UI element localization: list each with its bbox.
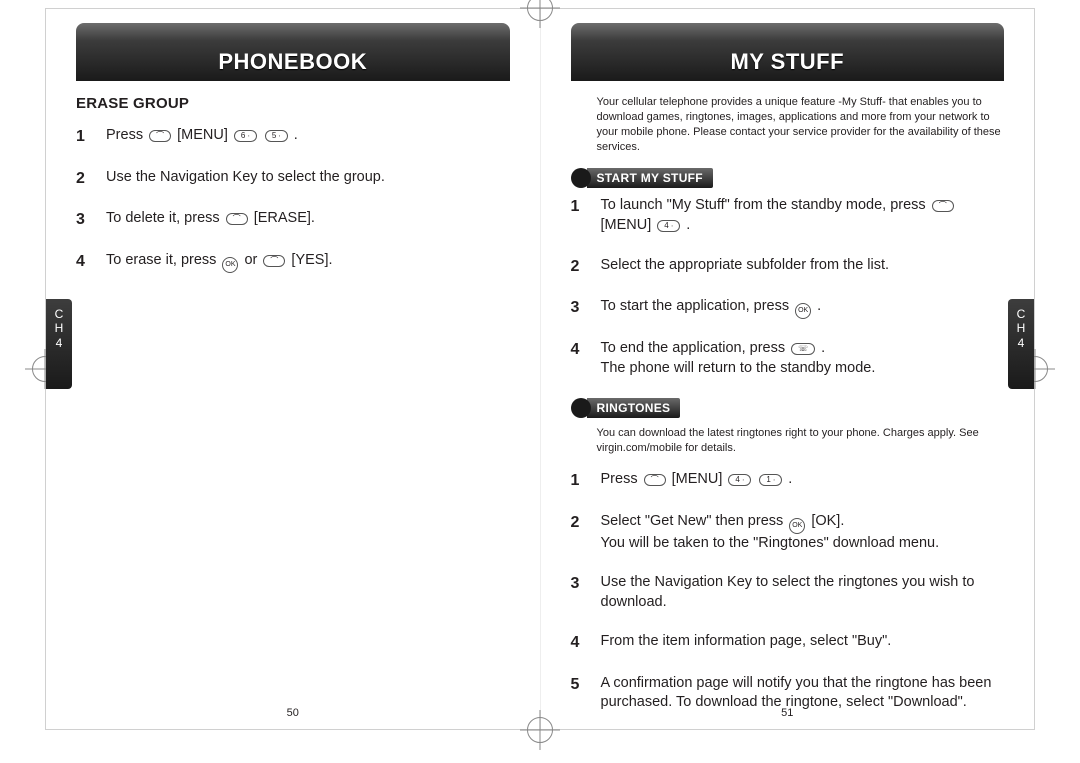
page-right: C H 4 MY STUFF Your cellular telephone p…: [541, 9, 1035, 729]
chapter-tab: C H 4: [46, 299, 72, 389]
step-item: 4 To erase it, press OK or ⌒ [YES].: [76, 251, 510, 273]
ok-key-icon: OK: [795, 303, 811, 319]
step-item: 4 To end the application, press ☏ .The p…: [571, 339, 1005, 378]
ok-key-icon: OK: [222, 257, 238, 273]
step-item: 3 To start the application, press OK .: [571, 297, 1005, 319]
key-1-icon: 1 ∙: [759, 474, 782, 486]
ok-key-icon: OK: [789, 518, 805, 534]
section-label: RINGTONES: [587, 398, 681, 418]
steps-list: 1 Press ⌒ [MENU] 4 ∙ 1 ∙ . 2 Select "Get…: [571, 470, 1005, 713]
key-4-icon: 4 ∙: [728, 474, 751, 486]
softkey-icon: ⌒: [226, 213, 248, 225]
step-item: 1 Press ⌒ [MENU] 4 ∙ 1 ∙ .: [571, 470, 1005, 492]
step-item: 2 Use the Navigation Key to select the g…: [76, 168, 510, 190]
page-number: 51: [781, 707, 793, 719]
step-item: 1 To launch "My Stuff" from the standby …: [571, 196, 1005, 235]
step-item: 3 Use the Navigation Key to select the r…: [571, 573, 1005, 612]
page-title: MY STUFF: [730, 49, 844, 75]
softkey-icon: ⌒: [932, 200, 954, 212]
softkey-icon: ⌒: [644, 474, 666, 486]
page-left: C H 4 PHONEBOOK ERASE GROUP 1 Press ⌒ [M…: [46, 9, 540, 729]
intro-paragraph: Your cellular telephone provides a uniqu…: [597, 95, 1005, 154]
softkey-icon: ⌒: [263, 255, 285, 267]
end-key-icon: ☏: [791, 343, 815, 355]
steps-list: 1 To launch "My Stuff" from the standby …: [571, 196, 1005, 378]
bullet-icon: [571, 398, 591, 418]
step-item: 2 Select the appropriate subfolder from …: [571, 256, 1005, 278]
step-item: 4 From the item information page, select…: [571, 632, 1005, 654]
key-4-icon: 4 ∙: [657, 220, 680, 232]
page-number: 50: [287, 707, 299, 719]
chapter-tab: C H 4: [1008, 299, 1034, 389]
steps-list: 1 Press ⌒ [MENU] 6 ∙ 5 ∙ . 2 Use the Nav…: [76, 126, 510, 273]
step-item: 1 Press ⌒ [MENU] 6 ∙ 5 ∙ .: [76, 126, 510, 148]
step-item: 2 Select "Get New" then press OK [OK].Yo…: [571, 512, 1005, 554]
section-header: RINGTONES: [571, 398, 1005, 418]
key-6-icon: 6 ∙: [234, 130, 257, 142]
section-subhead: ERASE GROUP: [76, 95, 510, 112]
softkey-icon: ⌒: [149, 130, 171, 142]
manual-spread: C H 4 PHONEBOOK ERASE GROUP 1 Press ⌒ [M…: [45, 8, 1035, 730]
page-title: PHONEBOOK: [218, 49, 367, 75]
intro-paragraph: You can download the latest ringtones ri…: [597, 426, 1005, 456]
page-title-bar: PHONEBOOK: [76, 23, 510, 81]
key-5-icon: 5 ∙: [265, 130, 288, 142]
chapter-number: 4: [1018, 336, 1025, 350]
chapter-number: 4: [56, 336, 63, 350]
step-item: 3 To delete it, press ⌒ [ERASE].: [76, 209, 510, 231]
section-label: START MY STUFF: [587, 168, 713, 188]
chapter-label: C H: [1017, 307, 1026, 336]
chapter-label: C H: [55, 307, 64, 336]
bullet-icon: [571, 168, 591, 188]
page-title-bar: MY STUFF: [571, 23, 1005, 81]
section-header: START MY STUFF: [571, 168, 1005, 188]
